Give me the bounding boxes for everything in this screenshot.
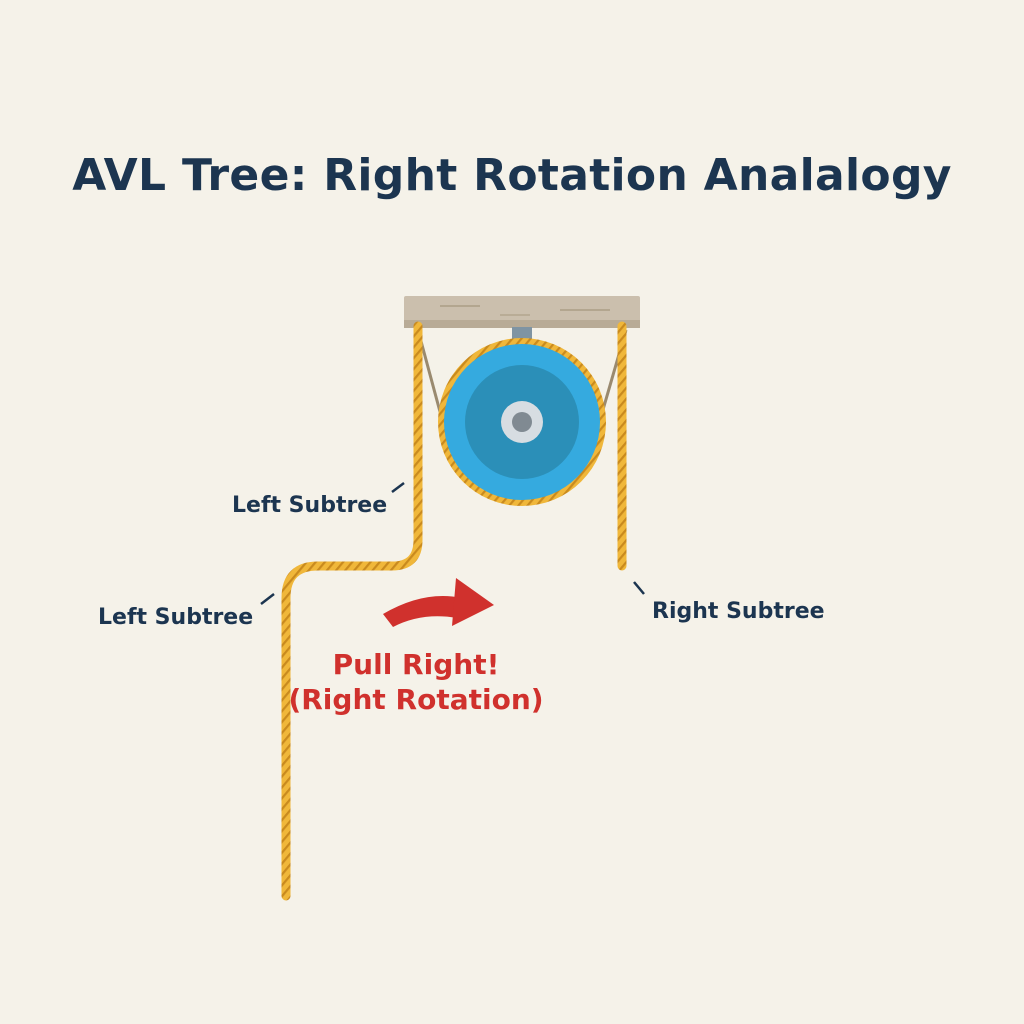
label-right-subtree: Right Subtree [652,599,825,624]
diagram-canvas: AVL Tree: Right Rotation Analalogy Left … [0,0,1024,1024]
label-left-subtree-upper: Left Subtree [232,493,387,518]
curved-arrow-right-icon [383,578,494,627]
wooden-beam [404,296,640,328]
pull-right-text: Pull Right! [333,648,500,681]
right-rotation-text: (Right Rotation) [288,683,543,716]
axle-mount [512,327,532,339]
pulley-wheel-icon [438,338,606,506]
label-left-subtree-lower: Left Subtree [98,605,253,630]
pulley-diagram: Left Subtree Left Subtree Right Subtree … [98,296,825,901]
